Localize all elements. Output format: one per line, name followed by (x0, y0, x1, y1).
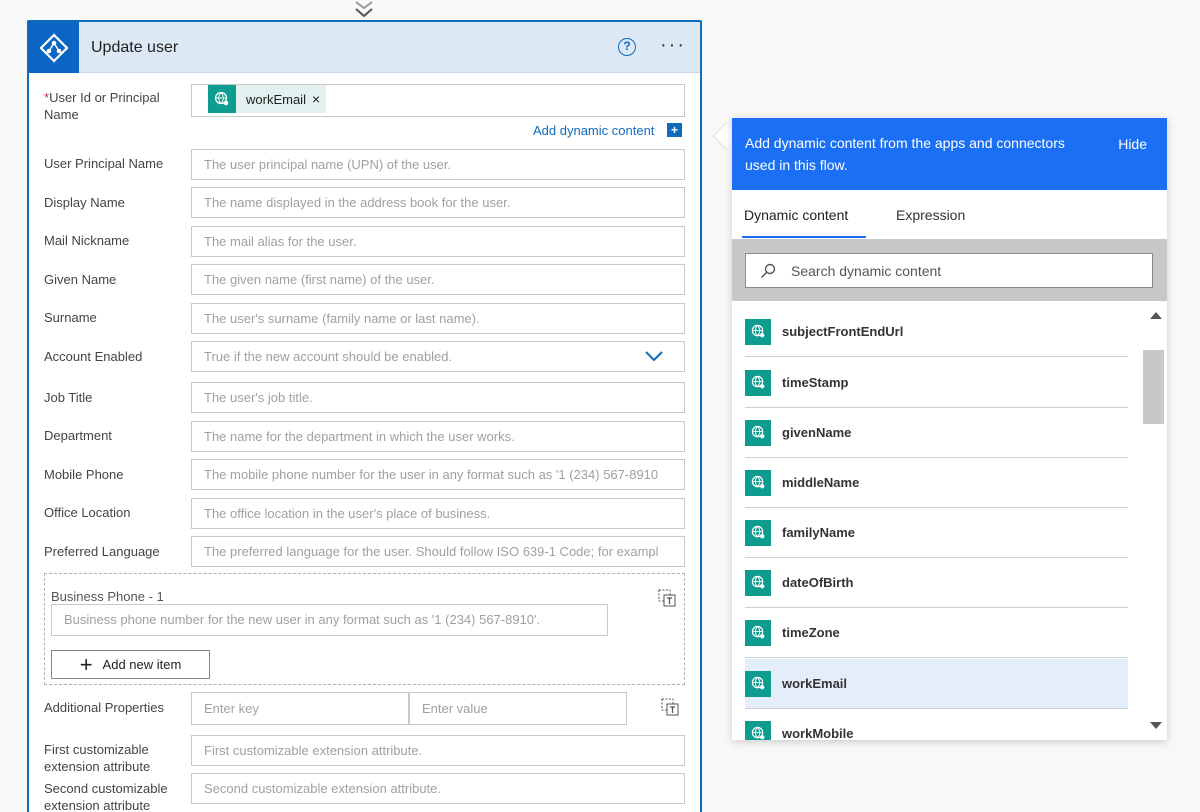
field-label: Second customizable extension attribute (44, 781, 168, 812)
list-item[interactable]: dateOfBirth (745, 558, 1128, 608)
globe-user-icon (208, 85, 236, 113)
globe-user-icon (745, 419, 771, 446)
add-new-item-button[interactable]: + Add new item (51, 650, 210, 679)
user-id-input[interactable]: workEmail × (191, 84, 685, 117)
search-area: Search dynamic content (732, 239, 1167, 301)
account-enabled-placeholder: True if the new account should be enable… (204, 349, 453, 364)
list-item-label: timeZone (782, 625, 840, 640)
tab-expression[interactable]: Expression (896, 207, 965, 223)
field-label: Account Enabled (44, 349, 143, 364)
field-label: Office Location (44, 505, 131, 520)
dynamic-content-panel: Add dynamic content from the apps and co… (732, 118, 1167, 740)
additional-properties-label: Additional Properties (44, 700, 164, 715)
search-dynamic-content-input[interactable]: Search dynamic content (745, 253, 1153, 288)
ellipsis-icon[interactable]: ··· (660, 34, 686, 57)
delete-item-icon[interactable] (658, 589, 676, 607)
surname-input[interactable]: The user's surname (family name or last … (191, 303, 685, 334)
remove-token-icon[interactable]: × (312, 91, 326, 107)
office-location-input[interactable]: The office location in the user's place … (191, 498, 685, 529)
display-name-input[interactable]: The name displayed in the address book f… (191, 187, 685, 218)
token-label: workEmail (246, 91, 306, 107)
globe-user-icon (745, 619, 771, 646)
user-principal-name-input[interactable]: The user principal name (UPN) of the use… (191, 149, 685, 180)
additional-key-input[interactable]: Enter key (191, 692, 409, 725)
list-item-label: familyName (782, 525, 855, 540)
list-item-label: workEmail (782, 676, 848, 691)
field-label: Display Name (44, 195, 125, 210)
scroll-thumb[interactable] (1143, 350, 1164, 424)
delete-property-icon[interactable] (661, 698, 679, 716)
business-phones-group: Business Phone - 1 Business phone number… (44, 573, 685, 685)
list-item[interactable]: givenName (745, 408, 1128, 458)
field-label: Preferred Language (44, 544, 160, 559)
list-item-label: subjectFrontEndUrl (782, 324, 904, 339)
plus-icon: + (79, 651, 93, 677)
list-item-selected[interactable]: workEmail (745, 659, 1128, 709)
list-item-label: givenName (782, 425, 852, 440)
field-label: Job Title (44, 390, 93, 405)
business-phone-label: Business Phone - 1 (51, 589, 164, 604)
field-label: Surname (44, 310, 97, 325)
additional-value-input[interactable]: Enter value (409, 692, 627, 725)
department-input[interactable]: The name for the department in which the… (191, 421, 685, 452)
mobile-phone-input[interactable]: The mobile phone number for the user in … (191, 459, 685, 490)
scroll-down-icon[interactable] (1150, 722, 1162, 729)
list-item[interactable]: subjectFrontEndUrl (745, 308, 1128, 357)
hide-panel-button[interactable]: Hide (1118, 136, 1147, 152)
list-item[interactable]: timeZone (745, 608, 1128, 658)
field-label: Department (44, 428, 112, 443)
tab-dynamic-content[interactable]: Dynamic content (744, 207, 848, 223)
list-scrollbar[interactable] (1142, 308, 1167, 740)
field-label: Mail Nickname (44, 233, 130, 248)
globe-user-icon (745, 569, 771, 596)
search-icon (760, 263, 776, 279)
search-placeholder: Search dynamic content (791, 263, 942, 279)
business-phone-input[interactable]: Business phone number for the new user i… (51, 604, 608, 636)
list-item[interactable]: workMobile (745, 709, 1128, 740)
globe-user-icon (745, 519, 771, 546)
list-item-label: dateOfBirth (782, 575, 854, 590)
add-dynamic-content-plus-icon[interactable]: + (667, 123, 682, 137)
chevron-down-icon (645, 351, 663, 362)
globe-user-icon (745, 720, 771, 740)
account-enabled-select[interactable]: True if the new account should be enable… (191, 341, 685, 372)
add-new-item-label: Add new item (102, 657, 182, 672)
globe-user-icon (745, 318, 771, 345)
field-label: Mobile Phone (44, 467, 124, 482)
card-header[interactable]: Update user ? ··· (29, 22, 700, 73)
field-label: First customizable extension attribute (44, 742, 151, 774)
active-tab-indicator (742, 236, 866, 238)
list-item[interactable]: familyName (745, 508, 1128, 558)
given-name-input[interactable]: The given name (first name) of the user. (191, 264, 685, 295)
preferred-language-input[interactable]: The preferred language for the user. Sho… (191, 536, 685, 567)
panel-header: Add dynamic content from the apps and co… (732, 118, 1167, 190)
card-title: Update user (91, 39, 179, 56)
extension-attribute-2-input[interactable]: Second customizable extension attribute. (191, 773, 685, 804)
globe-user-icon (745, 469, 771, 496)
field-label: User Principal Name (44, 156, 164, 171)
dynamic-content-list: subjectFrontEndUrl timeStamp givenName m… (732, 308, 1142, 740)
job-title-input[interactable]: The user's job title. (191, 382, 685, 413)
user-id-label: *User Id or Principal Name (44, 89, 184, 123)
field-label: Given Name (44, 272, 117, 287)
mail-nickname-input[interactable]: The mail alias for the user. (191, 226, 685, 257)
extension-attribute-1-input[interactable]: First customizable extension attribute. (191, 735, 685, 766)
question-circle-icon[interactable]: ? (618, 38, 636, 56)
update-user-card: Update user ? ··· *User Id or Principal … (27, 20, 702, 812)
list-item-label: workMobile (782, 726, 854, 740)
dynamic-token[interactable]: workEmail × (208, 85, 327, 113)
globe-user-icon (745, 670, 771, 697)
list-item[interactable]: middleName (745, 458, 1128, 508)
list-item[interactable]: timeStamp (745, 358, 1128, 408)
panel-header-text: Add dynamic content from the apps and co… (745, 135, 1065, 173)
list-item-label: timeStamp (782, 375, 849, 390)
add-dynamic-content-link[interactable]: Add dynamic content (533, 123, 654, 138)
list-item-label: middleName (782, 475, 860, 490)
scroll-up-icon[interactable] (1150, 312, 1162, 319)
globe-user-icon (745, 369, 771, 396)
azure-ad-logo-icon (29, 22, 79, 73)
flow-connector-arrow-icon (355, 1, 373, 18)
user-id-label-text: User Id or Principal Name (44, 90, 160, 122)
